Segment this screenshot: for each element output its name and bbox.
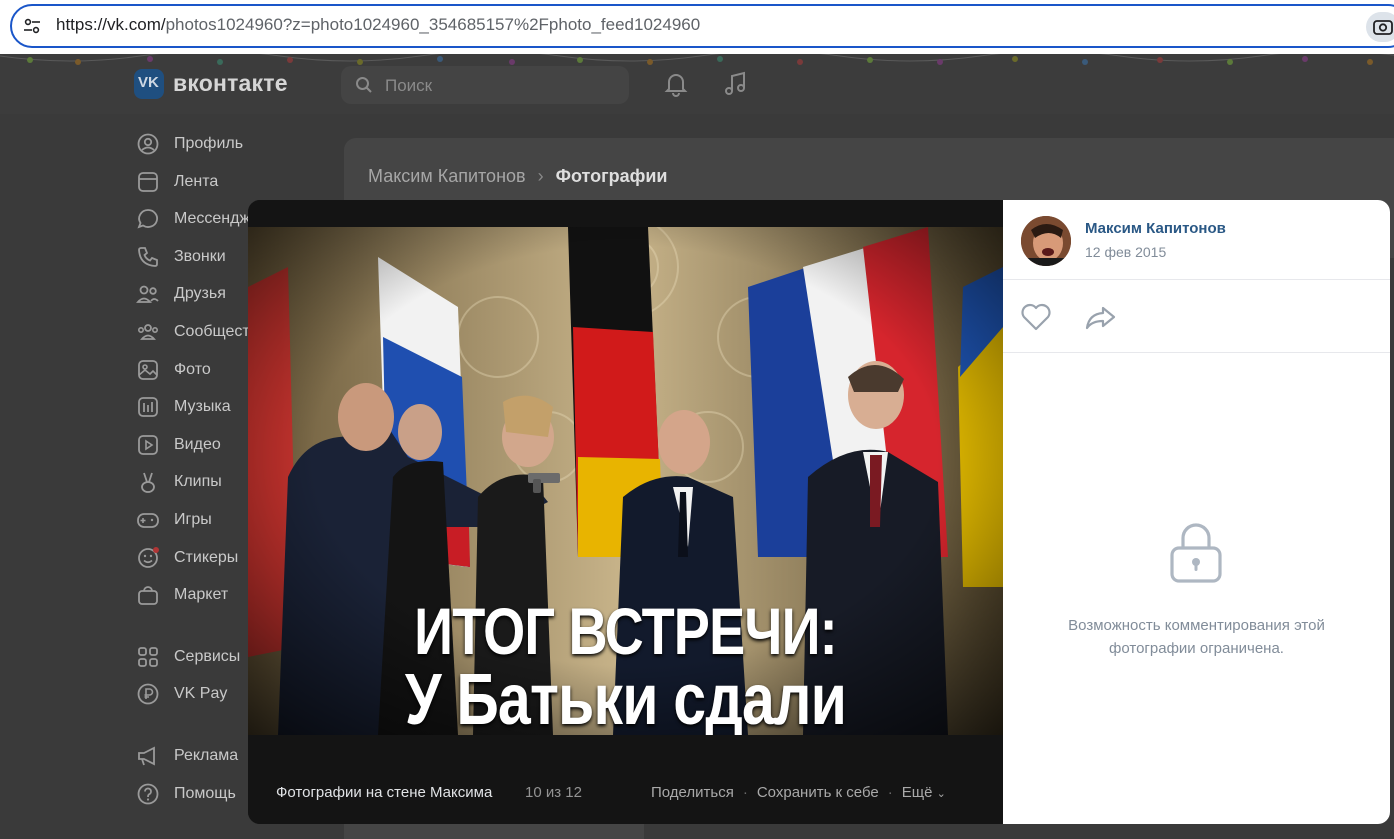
- chevron-down-icon: ⌄: [936, 788, 946, 800]
- viewer-actions: Поделиться · Сохранить к себе · Ещё ⌄: [651, 784, 946, 801]
- vk-header: VK вконтакте Поиск: [0, 54, 1394, 114]
- author-block: Максим Капитонов 12 фев 2015: [1003, 200, 1390, 280]
- music-icon: [138, 397, 158, 418]
- sidebar-item-label: Реклама: [174, 746, 239, 764]
- search-input[interactable]: Поиск: [341, 66, 629, 104]
- breadcrumb-parent[interactable]: Максим Капитонов: [368, 166, 526, 186]
- sidebar-item-label: Друзья: [174, 285, 226, 303]
- vk-logo-text[interactable]: вконтакте: [173, 70, 288, 97]
- feed-icon: [138, 171, 158, 192]
- sidebar-item-label: Видео: [174, 435, 221, 453]
- sidebar-item-label: Фото: [174, 360, 211, 378]
- album-title[interactable]: Фотографии на стене Максима: [276, 784, 492, 801]
- sidebar-item-label: Звонки: [174, 247, 226, 265]
- more-button[interactable]: Ещё ⌄: [902, 784, 946, 801]
- photo-icon: [138, 359, 158, 380]
- lock-icon: [1170, 523, 1222, 583]
- music-note-icon[interactable]: [722, 70, 750, 98]
- share-arrow-icon[interactable]: [1083, 302, 1117, 332]
- sidebar-item-label: Стикеры: [174, 548, 239, 566]
- sidebar-item-profile[interactable]: Профиль: [134, 124, 344, 162]
- separator-dot: ·: [742, 784, 748, 801]
- chevron-right-icon: ›: [537, 166, 544, 186]
- profile-icon: [137, 133, 159, 155]
- services-icon: [138, 646, 158, 667]
- comments-locked-notice: Возможность комментирования этой фотогра…: [1068, 617, 1325, 657]
- author-name[interactable]: Максим Капитонов: [1085, 220, 1226, 237]
- site-settings-icon[interactable]: [22, 16, 42, 36]
- more-label: Ещё: [901, 784, 933, 801]
- sidebar-item-label: Помощь: [174, 784, 236, 802]
- video-icon: [138, 434, 158, 455]
- games-icon: [137, 513, 159, 528]
- clips-icon: [141, 473, 155, 494]
- vk-logo[interactable]: VK: [134, 69, 164, 99]
- avatar-image: [1021, 216, 1071, 266]
- camera-icon: [1373, 20, 1393, 35]
- browser-toolbar: https://vk.com/photos1024960?z=photo1024…: [0, 0, 1394, 54]
- lens-button[interactable]: [1366, 12, 1394, 42]
- sidebar-item-label: Маркет: [174, 586, 229, 604]
- friends-icon: [136, 285, 159, 304]
- sidebar-item-label: Профиль: [174, 135, 244, 152]
- sidebar-item-label: Игры: [174, 510, 212, 528]
- photo-caption-line2: У Батьки сдали нервы...: [404, 660, 847, 735]
- sidebar-item-label: VK Pay: [174, 685, 228, 703]
- viewer-footer: Фотографии на стене Максима 10 из 12 Под…: [248, 760, 1003, 824]
- bell-icon[interactable]: [662, 70, 690, 98]
- sidebar-item-label: Сервисы: [174, 647, 241, 665]
- sidebar-item-label: Клипы: [174, 473, 222, 491]
- vk-logo-glyph: VK: [138, 74, 159, 91]
- search-placeholder: Поиск: [385, 76, 433, 95]
- vkpay-icon: [137, 683, 159, 705]
- separator-dot: ·: [887, 784, 893, 801]
- photo-date[interactable]: 12 фев 2015: [1085, 244, 1166, 260]
- garland-decoration: [0, 54, 1394, 65]
- phone-icon: [138, 246, 158, 267]
- megaphone-icon: [138, 746, 155, 766]
- heart-icon[interactable]: [1019, 302, 1053, 332]
- photo-image[interactable]: ИТОГ ВСТРЕЧИ: У Батьки сдали нервы...: [248, 227, 1003, 735]
- url-host: https://vk.com/: [56, 15, 166, 34]
- help-icon: [137, 783, 159, 804]
- photo-counter: 10 из 12: [525, 784, 582, 801]
- photo-caption-line1: ИТОГ ВСТРЕЧИ:: [414, 594, 838, 668]
- share-button[interactable]: Поделиться: [651, 784, 734, 801]
- messenger-icon: [137, 209, 158, 229]
- save-to-self-button[interactable]: Сохранить к себе: [757, 784, 879, 801]
- sidebar-item-label: Музыка: [174, 398, 231, 416]
- search-icon: [356, 77, 372, 93]
- communities-icon: [137, 324, 158, 340]
- breadcrumb-current: Фотографии: [555, 166, 668, 186]
- photo-pane: ИТОГ ВСТРЕЧИ: У Батьки сдали нервы... Фо…: [248, 200, 1003, 824]
- reactions-bar: [1003, 280, 1390, 353]
- url-path: photos1024960?z=photo1024960_354685157%2…: [165, 15, 701, 34]
- avatar[interactable]: [1021, 216, 1071, 266]
- sidebar-item-feed[interactable]: Лента: [134, 162, 344, 200]
- photo-info-pane: Максим Капитонов 12 фев 2015 Возможность…: [1003, 200, 1390, 824]
- sidebar-item-label: Лента: [174, 172, 219, 190]
- url-text[interactable]: https://vk.com/photos1024960?z=photo1024…: [56, 15, 700, 35]
- stickers-icon: [138, 546, 159, 568]
- breadcrumb: Максим Капитонов › Фотографии: [368, 166, 667, 187]
- market-icon: [138, 586, 158, 606]
- photo-viewer: ИТОГ ВСТРЕЧИ: У Батьки сдали нервы... Фо…: [248, 200, 1390, 824]
